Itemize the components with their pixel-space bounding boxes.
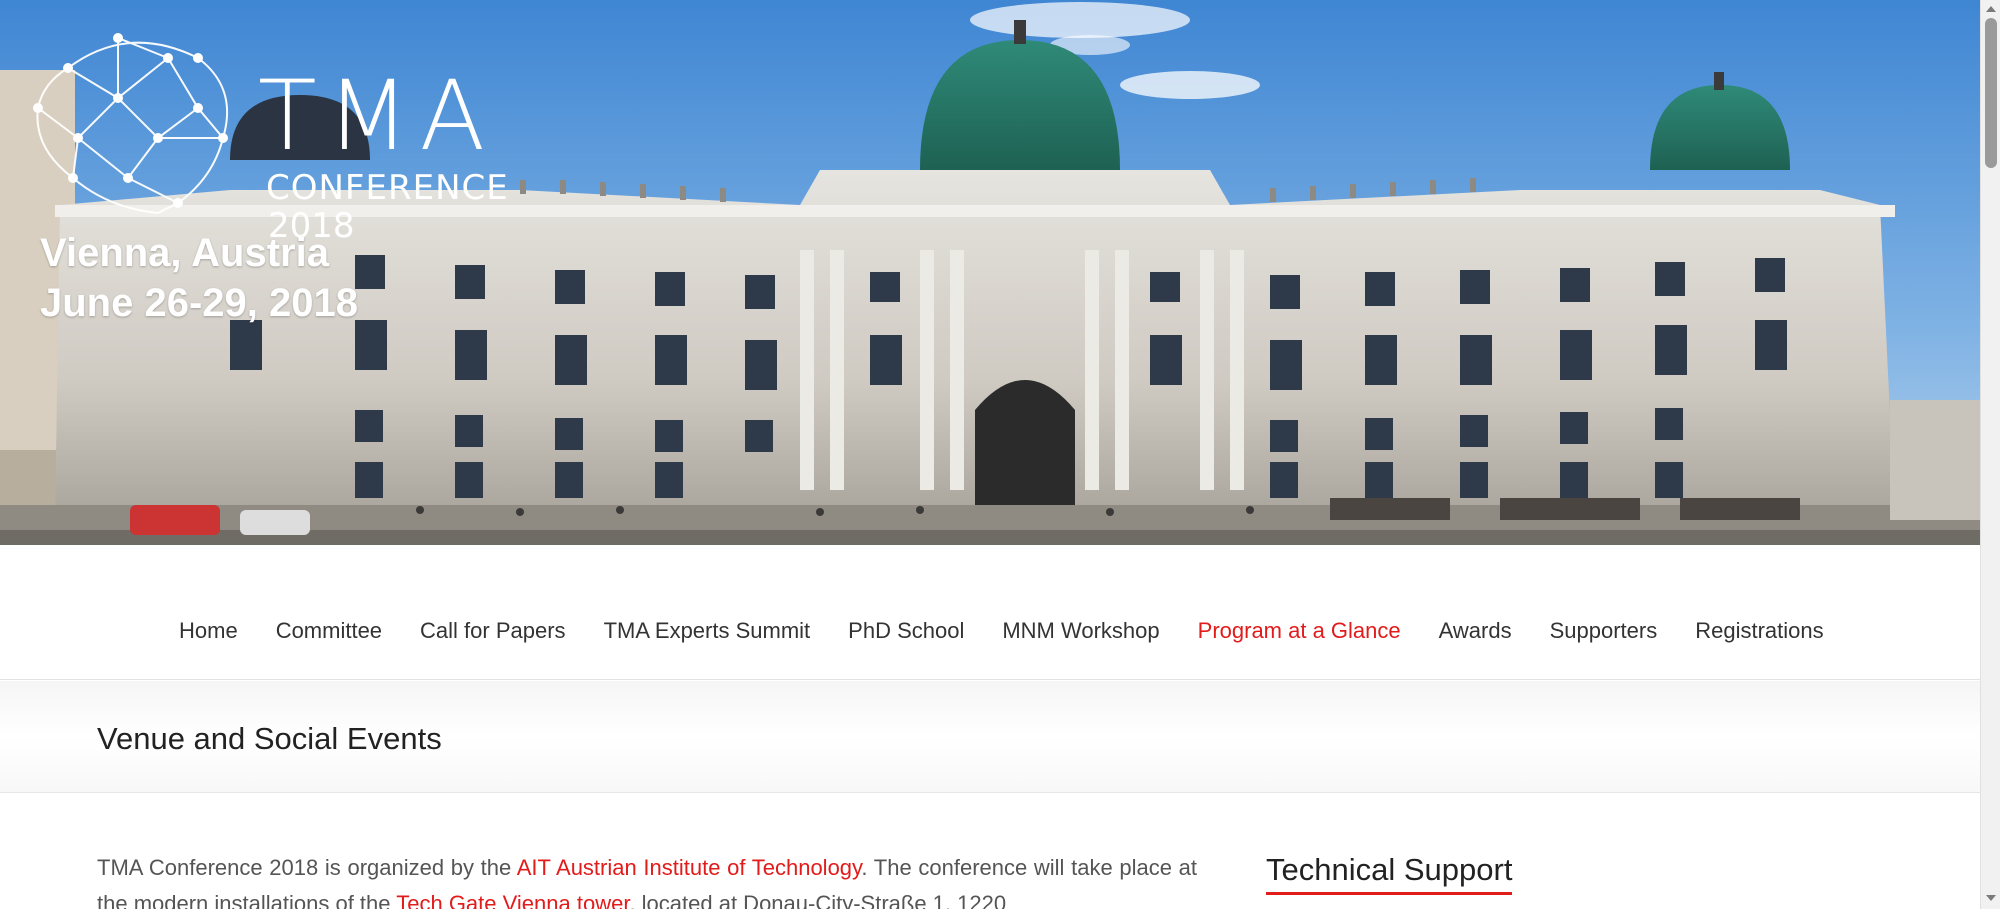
brain-network-icon [33,33,229,215]
main-navigation: Home Committee Call for Papers TMA Exper… [0,545,1980,680]
ait-link[interactable]: AIT Austrian Institute of Technology [517,855,862,880]
sidebar-heading-technical-support: Technical Support [1266,852,1513,895]
nav-item-mnm-workshop[interactable]: MNM Workshop [1002,620,1159,642]
logo-subtitle: CONFERENCE [266,168,509,208]
page-title: Venue and Social Events [97,721,442,756]
nav-item-phd-school[interactable]: PhD School [848,620,964,642]
intro-text-3: , located at Donau-City-Straße 1, 1220 [629,891,1007,909]
logo-title: TMA [258,60,496,172]
vertical-scrollbar[interactable] [1980,0,2000,909]
nav-item-home[interactable]: Home [179,620,238,642]
intro-text-1: TMA Conference 2018 is organized by the [97,855,517,880]
nav-item-registrations[interactable]: Registrations [1695,620,1823,642]
conference-logo[interactable]: TMA CONFERENCE 2018 [28,28,509,246]
hero-banner: TMA CONFERENCE 2018 Vienna, Austria June… [0,0,1980,545]
hero-location: Vienna, Austria [40,231,329,275]
tech-gate-link[interactable]: Tech Gate Vienna tower [396,891,629,909]
scroll-down-arrow-icon[interactable] [1986,895,1996,901]
hero-location-dates: Vienna, Austria June 26-29, 2018 [40,228,358,328]
nav-item-program-at-a-glance[interactable]: Program at a Glance [1198,620,1401,642]
nav-menu: Home Committee Call for Papers TMA Exper… [160,620,1843,642]
hero-dates: June 26-29, 2018 [40,281,358,325]
nav-item-committee[interactable]: Committee [276,620,382,642]
main-content: TMA Conference 2018 is organized by the … [97,850,1197,909]
intro-paragraph: TMA Conference 2018 is organized by the … [97,850,1197,909]
scrollbar-thumb[interactable] [1985,18,1997,168]
nav-item-call-for-papers[interactable]: Call for Papers [420,620,566,642]
sidebar: Technical Support [1266,852,1513,895]
scroll-up-arrow-icon[interactable] [1986,6,1996,12]
nav-item-awards[interactable]: Awards [1439,620,1512,642]
nav-item-tma-experts-summit[interactable]: TMA Experts Summit [604,620,811,642]
page-title-bar: Venue and Social Events [0,681,1980,793]
nav-item-supporters[interactable]: Supporters [1550,620,1658,642]
